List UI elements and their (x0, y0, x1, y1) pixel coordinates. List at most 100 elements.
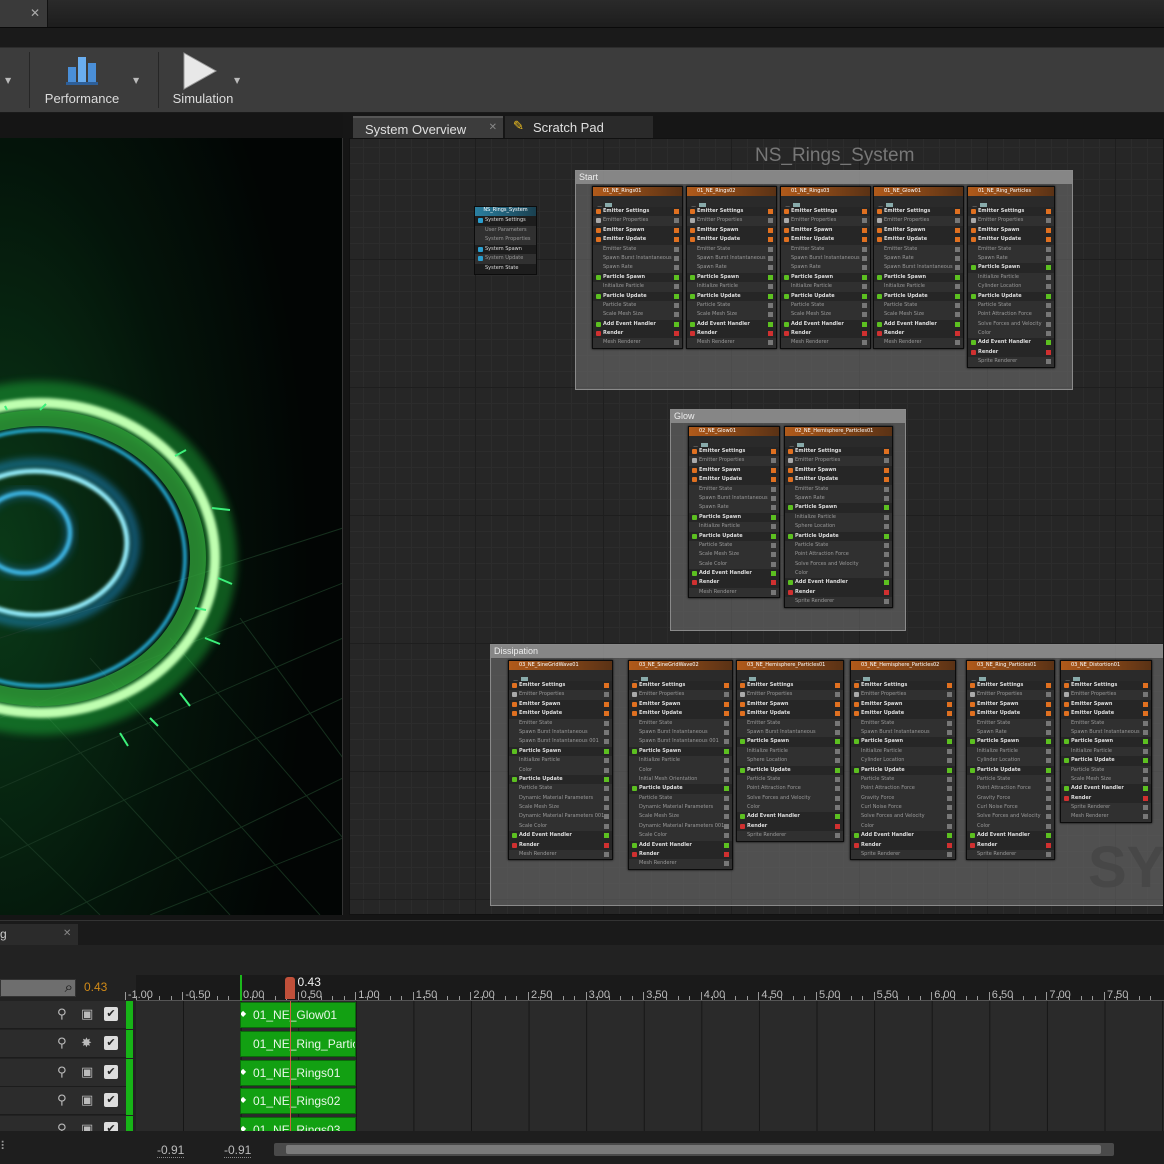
emitter-node-row[interactable]: Scale Color (629, 831, 732, 841)
checkbox-icon[interactable] (1046, 758, 1051, 764)
emitter-node-row[interactable]: Solve Forces and Velocity (851, 812, 955, 822)
checkbox-icon[interactable] (862, 227, 867, 233)
emitter-node-row[interactable]: Add Event Handler (874, 319, 963, 330)
emitter-node-row[interactable]: Spawn Rate (781, 263, 870, 273)
checkbox-icon[interactable] (835, 814, 840, 820)
checkbox-icon[interactable] (862, 321, 867, 327)
checkbox-icon[interactable] (1143, 683, 1148, 688)
checkbox-icon[interactable] (947, 852, 952, 858)
emitter-node-row[interactable]: Render (629, 850, 732, 860)
horizontal-scrollbar[interactable] (274, 1143, 1114, 1156)
emitter-node-row[interactable]: Emitter Update (509, 709, 612, 719)
checkbox-icon[interactable] (768, 227, 773, 233)
time-ruler[interactable]: -1.00 -0.50 0.00 0.50 1.00 1.50 2.00 2.50 3.00 3.… (124, 975, 1164, 1001)
checkbox-icon[interactable] (862, 331, 867, 337)
emitter-node-row[interactable]: Mesh Renderer (509, 850, 612, 860)
emitter-node-row[interactable]: Spawn Burst Instantaneous (1061, 727, 1151, 738)
checkbox-icon[interactable] (1046, 795, 1051, 801)
emitter-node-row[interactable]: Particle Update (968, 291, 1054, 301)
track-row[interactable]: ⚲ ▣ ✔ (0, 1001, 126, 1029)
checkbox-icon[interactable] (884, 486, 889, 492)
preview-viewport[interactable] (0, 138, 343, 915)
emitter-node-row[interactable]: Point Attraction Force (851, 784, 955, 794)
emitter-node-row[interactable]: Emitter Settings (737, 681, 843, 691)
checkbox-icon[interactable] (862, 209, 867, 214)
track-bar[interactable]: ◆ 01_NE_Rings01 (240, 1059, 356, 1086)
emitter-node[interactable]: 01_NE_Rings03⊤Emitter SettingsEmitter Pr… (780, 186, 871, 349)
emitter-node-row[interactable]: Sprite Renderer (968, 357, 1054, 367)
checkbox-icon[interactable] (1143, 729, 1148, 735)
document-tab[interactable]: ✕ (0, 0, 48, 27)
emitter-node-row[interactable]: Particle Update (737, 765, 843, 775)
checkbox-icon[interactable] (768, 265, 773, 271)
checkbox-icon[interactable] (955, 227, 960, 233)
system-node-row[interactable]: System Update (475, 254, 536, 264)
emitter-node-row[interactable]: Initialize Particle (1061, 746, 1151, 757)
emitter-node-row[interactable]: Particle Spawn (509, 746, 612, 757)
emitter-node-row[interactable]: Emitter Update (785, 475, 892, 485)
checkbox-icon[interactable] (955, 293, 960, 299)
emitter-node-row[interactable]: Initialize Particle (629, 756, 732, 766)
tab-system-overview[interactable]: System Overview ✕ (353, 116, 503, 138)
checkbox-icon[interactable] (947, 701, 952, 707)
checkbox-icon[interactable] (835, 711, 840, 717)
emitter-node-row[interactable]: Emitter Update (781, 235, 870, 245)
emitter-node-row[interactable]: Emitter Settings (874, 207, 963, 217)
checkbox-icon[interactable] (768, 246, 773, 252)
emitter-node-row[interactable]: Emitter Properties (785, 456, 892, 466)
checkbox-icon[interactable] (674, 293, 679, 299)
checkbox-icon[interactable] (1046, 842, 1051, 848)
checkbox-icon[interactable] (1046, 359, 1051, 365)
emitter-node-row[interactable]: Render (509, 840, 612, 851)
checkbox-icon[interactable] (884, 589, 889, 595)
checkbox-icon[interactable] (947, 758, 952, 764)
checkbox-icon[interactable] (724, 833, 729, 839)
emitter-node-row[interactable]: Initialize Particle (593, 282, 682, 292)
checkbox-icon[interactable] (955, 284, 960, 290)
emitter-node-row[interactable]: Emitter Update (689, 475, 779, 485)
emitter-node-row[interactable]: Emitter Settings (629, 681, 732, 691)
emitter-node-row[interactable]: Emitter State (629, 718, 732, 728)
checkbox-icon[interactable] (724, 729, 729, 735)
checkbox-icon[interactable] (1046, 293, 1051, 299)
checkbox-icon[interactable] (674, 302, 679, 308)
emitter-node-row[interactable]: Emitter Properties (689, 456, 779, 466)
emitter-node-row[interactable]: Emitter Settings (967, 681, 1054, 691)
checkbox-icon[interactable] (674, 312, 679, 318)
emitter-node-row[interactable]: Scale Mesh Size (509, 803, 612, 813)
emitter-node-row[interactable]: Emitter State (785, 484, 892, 494)
checkbox-icon[interactable] (674, 265, 679, 271)
emitter-node-row[interactable]: Mesh Renderer (593, 338, 682, 348)
emitter-node-row[interactable]: Initialize Particle (781, 282, 870, 292)
emitter-node-row[interactable]: Spawn Burst Instantaneous (593, 253, 682, 264)
emitter-node-row[interactable]: Render (593, 329, 682, 339)
checkbox-icon[interactable] (604, 776, 609, 782)
emitter-node-row[interactable]: Scale Mesh Size (593, 310, 682, 320)
track-bar[interactable]: 01_NE_Ring_Partic (240, 1030, 356, 1057)
emitter-node[interactable]: 01_NE_Rings01⊤Emitter SettingsEmitter Pr… (592, 186, 683, 349)
checkbox-icon[interactable] (1046, 767, 1051, 773)
checkbox-icon[interactable] (674, 331, 679, 337)
emitter-node-row[interactable]: Emitter Properties (874, 216, 963, 226)
emitter-node-row[interactable]: Particle State (874, 300, 963, 311)
emitter-node-row[interactable]: Gravity Force (967, 793, 1054, 804)
checkbox-icon[interactable] (947, 748, 952, 754)
checkbox-icon[interactable] (724, 852, 729, 858)
checkbox-icon[interactable] (884, 571, 889, 577)
emitter-node-row[interactable]: Spawn Rate (967, 727, 1054, 738)
emitter-node-row[interactable]: Initialize Particle (785, 512, 892, 523)
checkbox-icon[interactable] (604, 683, 609, 688)
checkbox-icon[interactable] (771, 505, 776, 511)
checkbox-icon[interactable] (771, 561, 776, 567)
emitter-node[interactable]: 01_NE_Rings02⊤Emitter SettingsEmitter Pr… (686, 186, 777, 349)
checkbox-icon[interactable] (1046, 692, 1051, 698)
emitter-node-row[interactable]: Particle Spawn (785, 503, 892, 513)
checkbox-icon[interactable] (768, 302, 773, 308)
checkbox-icon[interactable] (1046, 302, 1051, 308)
checkbox-icon[interactable] (835, 729, 840, 735)
checkbox-icon[interactable] (884, 561, 889, 567)
emitter-node-row[interactable]: Particle Update (781, 291, 870, 301)
emitter-node-row[interactable]: Render (785, 587, 892, 598)
emitter-node-row[interactable]: Solve Forces and Velocity (968, 319, 1054, 330)
checkbox-icon[interactable] (884, 552, 889, 558)
